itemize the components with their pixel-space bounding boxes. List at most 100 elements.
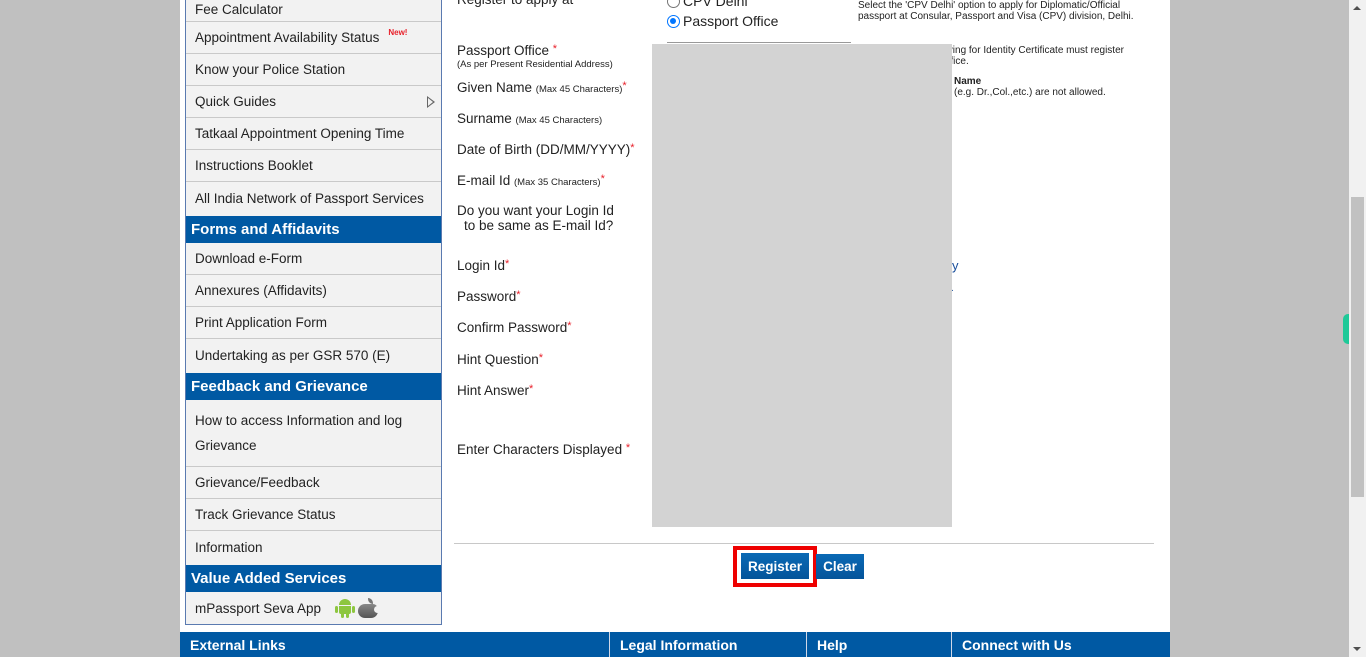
- help-link-fragment[interactable]: y: [952, 258, 959, 273]
- confirm-password-label: Confirm Password*: [457, 320, 572, 335]
- radio-cpv-delhi[interactable]: CPV Delhi: [667, 0, 748, 9]
- sidebar-item-fee-calculator[interactable]: Fee Calculator: [186, 0, 441, 22]
- sidebar-item-label: Download e-Form: [195, 251, 303, 266]
- label-text: Hint Question: [457, 352, 539, 367]
- android-icon[interactable]: [335, 598, 356, 618]
- identity-certificate-note: plying for Identity Certificate must reg…: [940, 45, 1240, 67]
- form-divider: [454, 543, 1154, 544]
- feedback-heading: Feedback and Grievance: [186, 371, 441, 400]
- sidebar-item-network[interactable]: All India Network of Passport Services: [186, 182, 441, 214]
- dob-label: Date of Birth (DD/MM/YYYY)*: [457, 142, 635, 157]
- label-text: Surname: [457, 111, 516, 126]
- label-text: Confirm Password: [457, 320, 568, 335]
- label-hint: (Max 45 Characters): [535, 84, 623, 95]
- sidebar-item-tatkaal-time[interactable]: Tatkaal Appointment Opening Time: [186, 118, 441, 150]
- apple-icon[interactable]: [357, 598, 382, 618]
- required-mark: *: [600, 173, 605, 185]
- label-text: E-mail Id: [457, 173, 515, 188]
- vertical-scrollbar[interactable]: [1349, 0, 1366, 657]
- sidebar-item-label: Appointment Availability Status: [195, 30, 380, 45]
- scroll-down-arrow-icon[interactable]: [1353, 647, 1361, 651]
- radio-button[interactable]: [667, 0, 680, 8]
- sidebar-item-label: Print Application Form: [195, 315, 328, 330]
- app-store-icons: [335, 598, 382, 618]
- label-text: Passport Office: [457, 43, 553, 58]
- sidebar-item-information[interactable]: Information: [186, 531, 441, 563]
- sidebar-item-quick-guides[interactable]: Quick Guides: [186, 86, 441, 118]
- sidebar-item-label: All India Network of Passport Services: [195, 190, 424, 206]
- required-mark: *: [630, 142, 635, 154]
- required-mark: *: [567, 320, 572, 332]
- sidebar-item-label: Information: [195, 539, 263, 555]
- required-mark: *: [552, 43, 558, 55]
- clear-button[interactable]: Clear: [816, 554, 864, 579]
- sidebar-item-label: Know your Police Station: [195, 62, 346, 77]
- label-text: Hint Answer: [457, 383, 530, 398]
- footer-legal-information[interactable]: Legal Information: [610, 632, 807, 657]
- sidebar-item-annexures[interactable]: Annexures (Affidavits): [186, 275, 441, 307]
- vas-heading: Value Added Services: [186, 563, 441, 592]
- login-same-label: Do you want your Login Id to be same as …: [457, 203, 614, 233]
- sidebar-item-download-eform[interactable]: Download e-Form: [186, 243, 441, 275]
- sidebar-item-label: Track Grievance Status: [195, 507, 336, 522]
- cpv-note: Select the 'CPV Delhi' option to apply f…: [858, 0, 1158, 22]
- new-badge: New!: [388, 28, 408, 37]
- radio-passport-office[interactable]: Passport Office: [667, 13, 778, 29]
- footer-connect-with-us[interactable]: Connect with Us: [952, 632, 1170, 657]
- hint-answer-label: Hint Answer*: [457, 383, 533, 398]
- label-hint: (As per Present Residential Address): [457, 59, 613, 70]
- passport-office-label: Passport Office * (As per Present Reside…: [457, 43, 613, 70]
- label-hint: (Max 35 Characters): [514, 177, 601, 188]
- sidebar-item-label: Instructions Booklet: [195, 158, 313, 173]
- sidebar-item-print-form[interactable]: Print Application Form: [186, 307, 441, 339]
- radio-label: CPV Delhi: [683, 0, 748, 9]
- note-line: Select the 'CPV Delhi' option to apply f…: [858, 0, 1121, 11]
- required-mark: *: [529, 383, 534, 395]
- footer-bar: External Links Legal Information Help Co…: [180, 632, 1170, 657]
- sidebar-item-gsr-570[interactable]: Undertaking as per GSR 570 (E): [186, 339, 441, 371]
- scroll-up-arrow-icon[interactable]: [1353, 6, 1361, 10]
- label-text: Date of Birth (DD/MM/YYYY): [457, 142, 631, 157]
- sidebar-nav: Fee Calculator Appointment Availability …: [185, 0, 442, 625]
- sidebar-item-access-information[interactable]: How to access Information and log Grieva…: [186, 400, 441, 467]
- sidebar-item-appointment-availability[interactable]: Appointment Availability Status New!: [186, 22, 441, 54]
- label-line: to be same as E-mail Id?: [464, 218, 614, 233]
- captcha-label: Enter Characters Displayed *: [457, 442, 630, 457]
- required-mark: *: [622, 80, 627, 92]
- note-line: Office.: [940, 56, 969, 67]
- note-line: (e.g. Dr.,Col.,etc.) are not allowed.: [954, 87, 1106, 98]
- login-id-label: Login Id*: [457, 258, 509, 273]
- note-line: plying for Identity Certificate must reg…: [940, 45, 1124, 56]
- form-inputs-overlay: [652, 44, 952, 527]
- label-text: Password: [457, 289, 517, 304]
- sidebar-item-grievance-feedback[interactable]: Grievance/Feedback: [186, 467, 441, 499]
- required-mark: *: [505, 258, 510, 270]
- label-line: Do you want your Login Id: [457, 203, 614, 218]
- scroll-thumb[interactable]: [1351, 197, 1364, 497]
- forms-heading: Forms and Affidavits: [186, 214, 441, 243]
- note-heading: Name: [954, 76, 982, 87]
- sidebar-item-label: Undertaking as per GSR 570 (E): [195, 347, 391, 363]
- register-button[interactable]: Register: [741, 553, 809, 579]
- password-label: Password*: [457, 289, 521, 304]
- sidebar-item-label: Quick Guides: [195, 94, 277, 109]
- required-mark: *: [516, 289, 521, 301]
- sidebar-item-label: Annexures (Affidavits): [195, 283, 327, 298]
- sidebar-item-track-grievance[interactable]: Track Grievance Status: [186, 499, 441, 531]
- sidebar-item-mpassport-app[interactable]: mPassport Seva App: [186, 592, 441, 624]
- label-text: Login Id: [457, 258, 506, 273]
- required-mark: *: [538, 352, 544, 364]
- name-note: Name (e.g. Dr.,Col.,etc.) are not allowe…: [942, 76, 1242, 98]
- footer-help[interactable]: Help: [807, 632, 952, 657]
- sidebar-item-police-station[interactable]: Know your Police Station: [186, 54, 441, 86]
- footer-external-links[interactable]: External Links: [180, 632, 610, 657]
- label-text: Given Name: [457, 80, 536, 95]
- radio-label: Passport Office: [683, 13, 779, 29]
- chevron-right-icon: [427, 96, 435, 108]
- radio-button-selected[interactable]: [667, 14, 680, 28]
- register-apply-at-label: Register to apply at: [457, 0, 573, 7]
- sidebar-item-label: Grievance/Feedback: [195, 475, 320, 490]
- sidebar-item-label: How to access Information and log Grieva…: [195, 413, 403, 453]
- sidebar-item-label: Fee Calculator: [195, 2, 283, 17]
- sidebar-item-instructions-booklet[interactable]: Instructions Booklet: [186, 150, 441, 182]
